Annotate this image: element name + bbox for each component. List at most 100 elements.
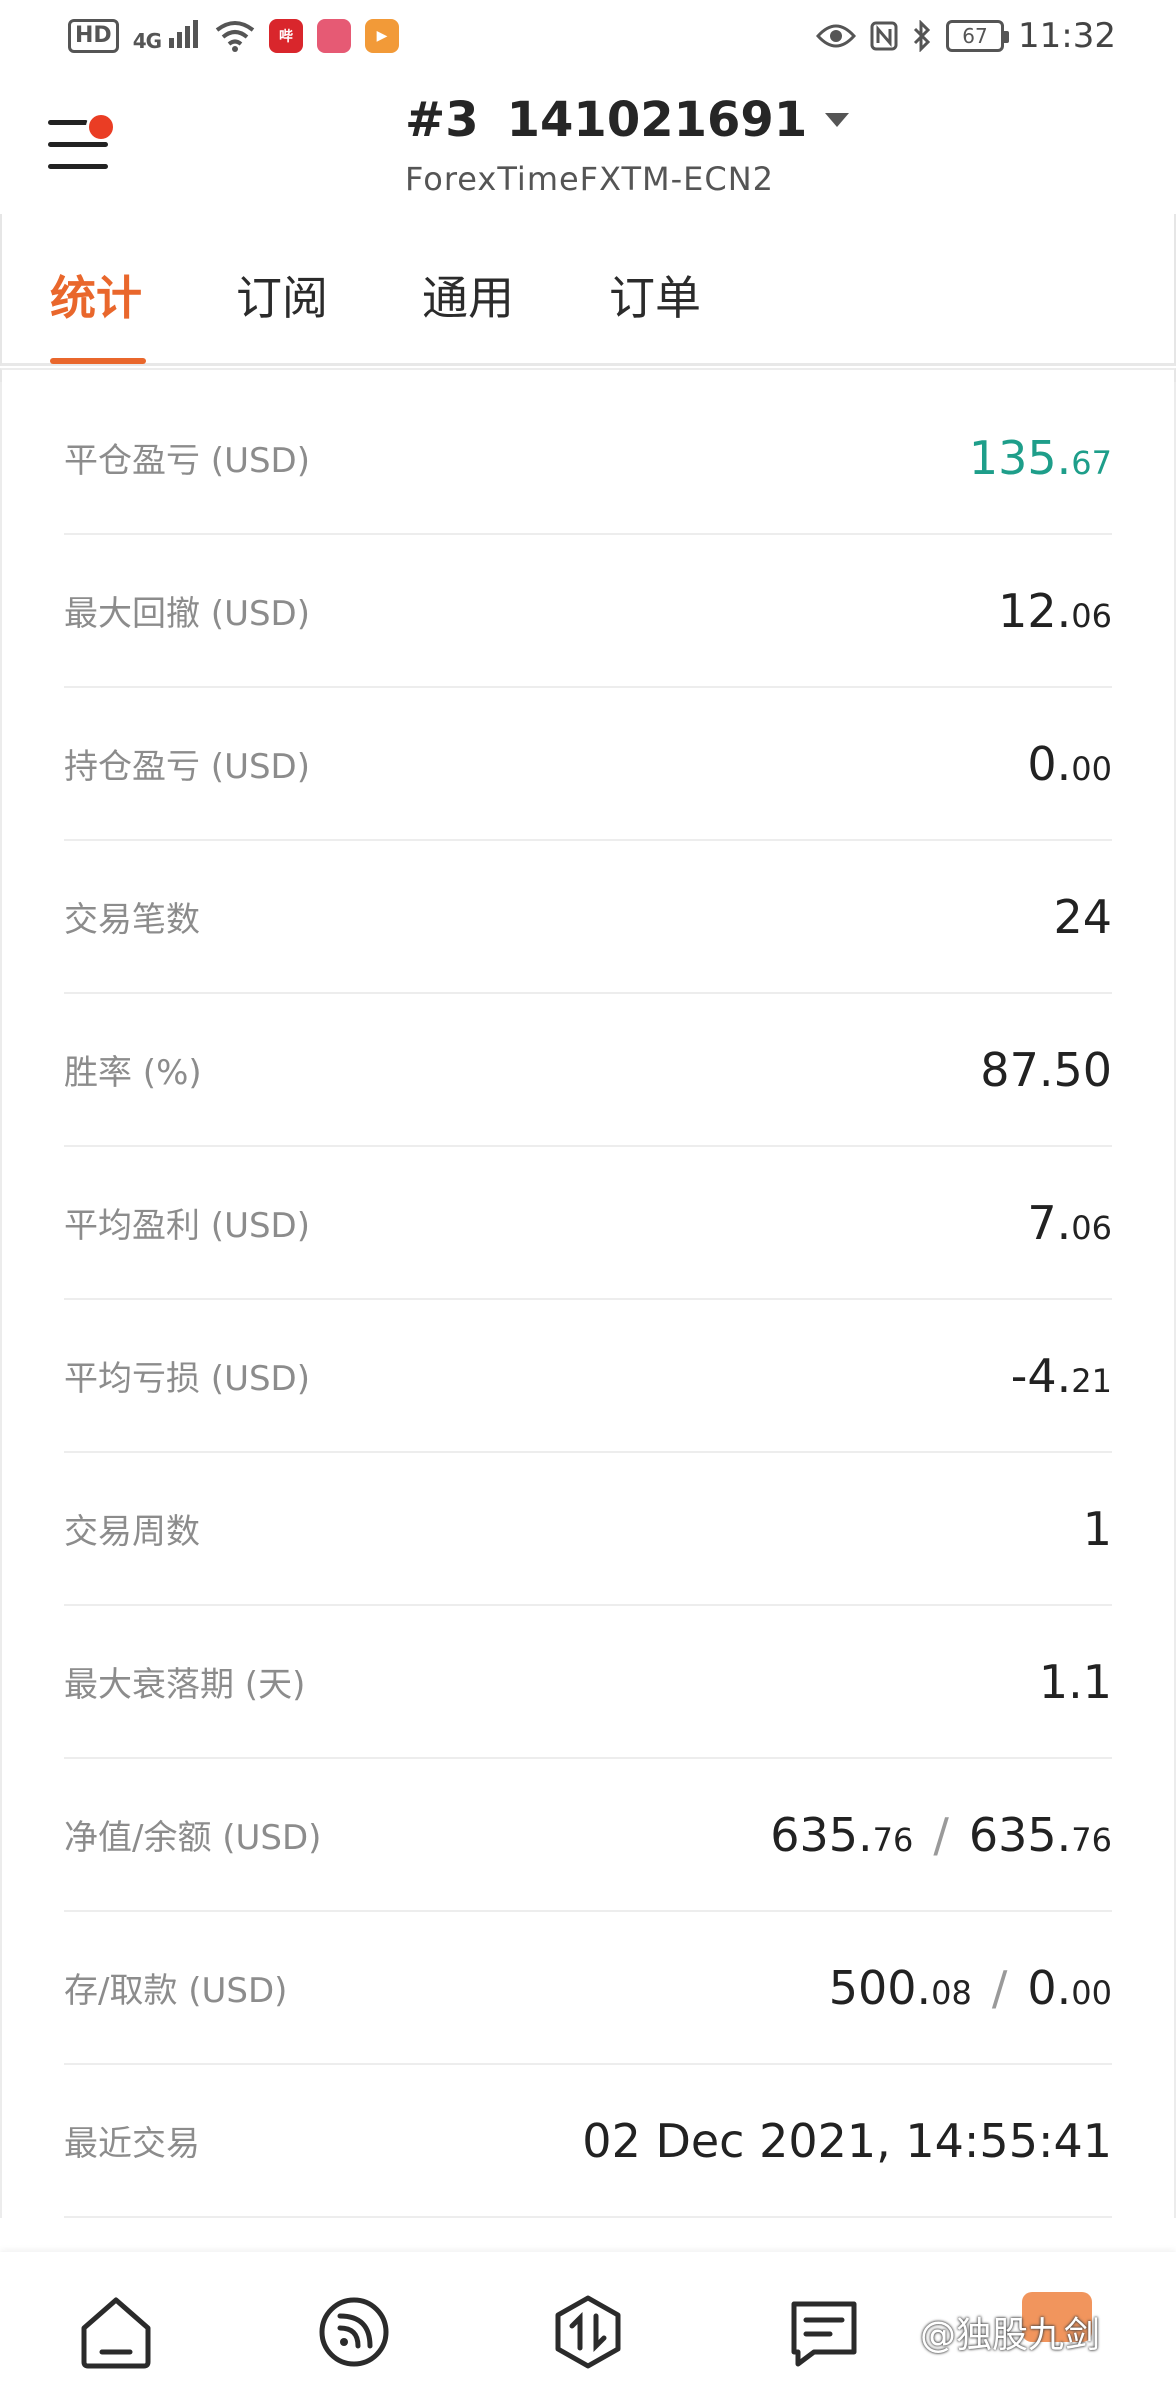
bluetooth-icon: [913, 20, 931, 52]
stat-row-deposit-withdraw: 存/取款 (USD) 500. 08 / 0. 00: [64, 1912, 1112, 2065]
notification-dot: [86, 112, 116, 142]
status-right: 67 11:32: [816, 16, 1116, 56]
stat-value: 135. 67: [969, 431, 1112, 485]
stat-value: 7. 06: [1027, 1196, 1112, 1250]
stat-row-avg-profit: 平均盈利 (USD) 7. 06: [64, 1147, 1112, 1300]
tab-statistics[interactable]: 统计: [50, 262, 142, 328]
server-name: ForexTimeFXTM-ECN2: [405, 160, 774, 198]
account-selector[interactable]: #3 141021691 ForexTimeFXTM-ECN2: [405, 92, 850, 198]
value-int: 12.: [998, 583, 1072, 638]
stat-value: 500. 08 / 0. 00: [829, 1961, 1112, 2015]
value-int: 1.1: [1038, 1654, 1112, 1709]
stat-label: 平均盈利 (USD): [64, 1206, 310, 1246]
network-type: 4G: [132, 28, 162, 53]
stat-row-avg-loss: 平均亏损 (USD) -4. 21: [64, 1300, 1112, 1453]
value-dec: 76: [872, 1820, 914, 1859]
nav-signals[interactable]: [314, 2292, 394, 2372]
tab-bar: 统计 订阅 通用 订单: [0, 214, 1176, 366]
stat-label: 存/取款 (USD): [64, 1971, 288, 2011]
value-int: 24: [1053, 889, 1112, 944]
tab-subscribe[interactable]: 订阅: [236, 262, 328, 328]
stat-label: 最大回撤 (USD): [64, 594, 310, 634]
stat-label: 交易周数: [64, 1512, 200, 1552]
value-dec: 06: [1071, 596, 1112, 635]
stat-label: 持仓盈亏 (USD): [64, 747, 310, 787]
menu-button[interactable]: [48, 112, 118, 182]
cell-signal-icon: [169, 19, 198, 48]
value-int: 500.: [828, 1960, 932, 2015]
value-separator: /: [933, 1807, 949, 1862]
stat-value: 1.1: [1039, 1655, 1112, 1709]
stat-value: 12. 06: [998, 584, 1112, 638]
status-left: HD 4G 哔 ▶: [68, 19, 399, 53]
watermark: @独股九剑: [920, 2315, 1101, 2356]
clock: 11:32: [1018, 16, 1116, 56]
value-int: 0.: [1027, 736, 1072, 791]
value-int: 635.: [968, 1807, 1072, 1862]
account-index: #3: [405, 92, 479, 148]
hd-indicator: HD: [68, 19, 119, 53]
value-int: 635.: [770, 1807, 873, 1862]
value-int: 135.: [968, 430, 1072, 485]
eye-icon: [816, 24, 857, 48]
stat-row-win-rate: 胜率 (%) 87.50: [64, 994, 1112, 1147]
stat-label: 交易笔数: [64, 900, 200, 940]
stat-row-equity-balance: 净值/余额 (USD) 635. 76 / 635. 76: [64, 1759, 1112, 1912]
stat-label: 净值/余额 (USD): [64, 1818, 322, 1858]
stat-label: 最大衰落期 (天): [64, 1665, 306, 1705]
wifi-icon: [215, 21, 255, 52]
value-int: 87.50: [980, 1042, 1112, 1097]
value-dec: 00: [1071, 749, 1112, 788]
stat-row-max-drawdown: 最大回撤 (USD) 12. 06: [64, 535, 1112, 688]
menu-icon-bar: [48, 164, 108, 169]
stat-value: 24: [1053, 890, 1112, 944]
stat-label: 最近交易: [64, 2124, 200, 2164]
stat-label: 平均亏损 (USD): [64, 1359, 310, 1399]
stat-row-trading-weeks: 交易周数 1: [64, 1453, 1112, 1606]
value-dec: 00: [1071, 1973, 1112, 2012]
value-dec: 67: [1071, 443, 1112, 482]
stat-value: 635. 76 / 635. 76: [770, 1808, 1112, 1862]
app-header: #3 141021691 ForexTimeFXTM-ECN2: [0, 72, 1176, 214]
nav-trade[interactable]: [548, 2292, 628, 2372]
stat-value: 02 Dec 2021, 14:55:41: [582, 2114, 1112, 2168]
value-int: 7.: [1027, 1195, 1072, 1250]
stat-value: 0. 00: [1027, 737, 1112, 791]
app-notification-icon: 哔: [269, 19, 303, 53]
trade-icon: [555, 2295, 621, 2369]
nav-home[interactable]: [76, 2292, 156, 2372]
value-dec: 21: [1071, 1361, 1112, 1400]
value-int: -4.: [1010, 1348, 1072, 1403]
stat-label: 平仓盈亏 (USD): [64, 441, 310, 481]
stat-row-max-decline-period: 最大衰落期 (天) 1.1: [64, 1606, 1112, 1759]
menu-icon-bar: [48, 142, 108, 147]
book-app-icon: [317, 19, 351, 53]
nfc-icon: [870, 21, 898, 51]
status-bar: HD 4G 哔 ▶ 67 11:32: [0, 0, 1176, 72]
stat-row-closed-pnl: 平仓盈亏 (USD) 135. 67: [64, 382, 1112, 535]
signal-feed-icon: [319, 2297, 389, 2367]
value-dec: 08: [931, 1973, 972, 2012]
stat-value: 1: [1083, 1502, 1112, 1556]
stat-label: 胜率 (%): [64, 1053, 202, 1093]
account-line: #3 141021691: [405, 92, 850, 148]
menu-icon: [48, 120, 88, 125]
value-dec: 06: [1071, 1208, 1112, 1247]
value-int: 0.: [1027, 1960, 1072, 2015]
home-icon: [81, 2297, 151, 2369]
dropdown-caret-icon[interactable]: [825, 113, 850, 127]
stat-row-last-trade: 最近交易 02 Dec 2021, 14:55:41: [64, 2065, 1112, 2218]
account-number: 141021691: [506, 92, 808, 148]
active-tab-indicator: [50, 358, 146, 364]
battery-icon: 67: [946, 20, 1010, 52]
signal-icon: 4G: [132, 19, 201, 53]
value-int: 02 Dec 2021, 14:55:41: [582, 2113, 1112, 2168]
nav-messages[interactable]: [784, 2292, 864, 2372]
video-app-icon: ▶: [365, 19, 399, 53]
tab-general[interactable]: 通用: [422, 262, 514, 328]
stat-row-open-pnl: 持仓盈亏 (USD) 0. 00: [64, 688, 1112, 841]
message-icon: [791, 2301, 857, 2367]
value-dec: 76: [1071, 1820, 1112, 1859]
tab-orders[interactable]: 订单: [609, 262, 701, 328]
stat-value: 87.50: [980, 1043, 1112, 1097]
